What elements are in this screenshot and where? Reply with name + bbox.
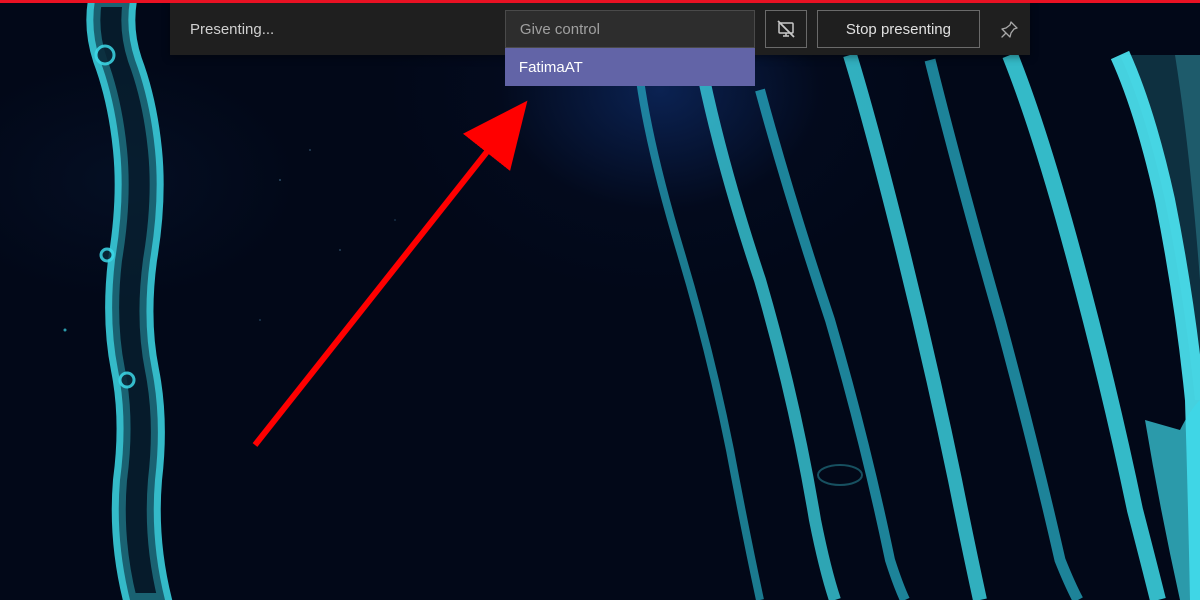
- presenting-toolbar: Presenting... Give control FatimaAT Stop…: [170, 3, 1030, 55]
- pin-toolbar-button[interactable]: [988, 10, 1030, 48]
- background-artwork: [0, 0, 1200, 600]
- give-control-menu: FatimaAT: [505, 48, 755, 86]
- give-control-option[interactable]: FatimaAT: [505, 48, 755, 86]
- give-control-dropdown[interactable]: Give control: [505, 10, 755, 48]
- stop-presenting-button[interactable]: Stop presenting: [817, 10, 980, 48]
- presentation-off-icon: [776, 19, 796, 39]
- stop-presenting-label: Stop presenting: [846, 21, 951, 38]
- window-top-border: [0, 0, 1200, 3]
- give-control-container: Give control FatimaAT: [505, 10, 755, 48]
- give-control-label: Give control: [520, 21, 600, 38]
- presenting-status-label: Presenting...: [170, 21, 274, 38]
- hide-toolbar-button[interactable]: [765, 10, 807, 48]
- give-control-option-label: FatimaAT: [519, 59, 583, 76]
- pin-icon: [1001, 21, 1018, 38]
- desktop-background: [0, 0, 1200, 600]
